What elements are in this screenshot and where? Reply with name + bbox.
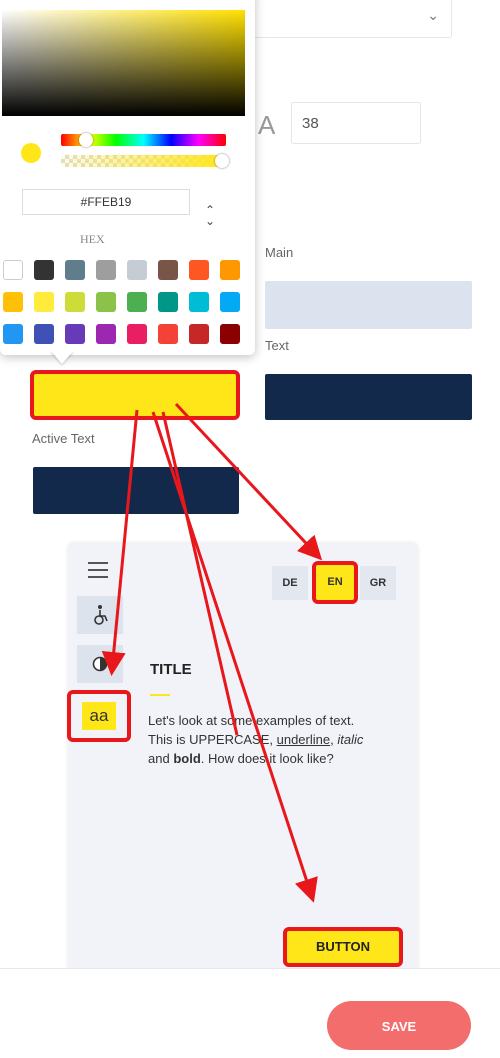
palette-swatch[interactable]	[158, 292, 178, 312]
active-background-color-swatch[interactable]	[30, 370, 240, 420]
palette-swatch[interactable]	[96, 260, 116, 280]
palette-swatch[interactable]	[3, 324, 23, 344]
popover-pointer	[50, 350, 74, 364]
main-color-swatch[interactable]	[265, 281, 472, 329]
hex-format-label: HEX	[80, 232, 105, 246]
palette-swatch[interactable]	[65, 324, 85, 344]
palette-swatch[interactable]	[96, 292, 116, 312]
palette-swatch[interactable]	[158, 324, 178, 344]
contrast-icon	[92, 656, 108, 672]
alpha-slider[interactable]	[61, 155, 226, 167]
palette-swatch[interactable]	[158, 260, 178, 280]
chevron-down-icon: ⌄	[427, 7, 439, 23]
palette-swatch[interactable]	[189, 324, 209, 344]
text-size-button[interactable]: aa	[67, 690, 131, 742]
palette-swatch[interactable]	[220, 260, 240, 280]
palette-swatch[interactable]	[220, 324, 240, 344]
lang-en-button[interactable]: EN	[312, 561, 358, 604]
hex-input[interactable]	[22, 189, 190, 215]
paragraph-and: and	[148, 751, 170, 766]
palette-swatch[interactable]	[3, 292, 23, 312]
hue-slider-handle[interactable]	[79, 133, 93, 147]
bold-text: bold	[173, 751, 201, 766]
palette-swatch[interactable]	[220, 292, 240, 312]
lang-de-button[interactable]: DE	[272, 566, 308, 600]
palette-swatch[interactable]	[189, 260, 209, 280]
palette-swatch[interactable]	[127, 324, 147, 344]
preview-button[interactable]: BUTTON	[283, 927, 403, 967]
text-label: Text	[265, 338, 289, 353]
font-size-icon: A	[258, 110, 276, 140]
underline-text: underline	[276, 732, 331, 747]
alpha-slider-handle[interactable]	[215, 154, 229, 168]
current-color-preview	[21, 143, 41, 163]
font-size-input[interactable]	[291, 102, 421, 144]
text-color-swatch[interactable]	[265, 374, 472, 420]
paragraph-comma: ,	[330, 732, 334, 747]
active-text-label: Active Text	[32, 431, 95, 446]
paragraph-text-end: . How does it look like?	[200, 751, 334, 766]
accessibility-icon	[94, 605, 108, 625]
top-dropdown[interactable]: ⌄	[250, 0, 452, 38]
saturation-area[interactable]	[2, 10, 245, 116]
menu-icon[interactable]	[88, 562, 108, 583]
palette-swatch[interactable]	[189, 292, 209, 312]
palette-swatch[interactable]	[34, 260, 54, 280]
palette-swatch[interactable]	[3, 260, 23, 280]
palette-swatch[interactable]	[65, 292, 85, 312]
palette-swatch[interactable]	[65, 260, 85, 280]
palette-swatch[interactable]	[127, 260, 147, 280]
save-button[interactable]: SAVE	[327, 1001, 471, 1050]
palette-swatch[interactable]	[127, 292, 147, 312]
main-label: Main	[265, 245, 294, 260]
active-text-color-swatch[interactable]	[33, 467, 239, 514]
palette-swatch[interactable]	[34, 324, 54, 344]
format-toggle-icon[interactable]: ⌃ ⌄	[205, 204, 215, 227]
lang-gr-button[interactable]: GR	[360, 566, 396, 600]
palette-swatch[interactable]	[96, 324, 116, 344]
title-underline-accent	[150, 694, 170, 696]
text-size-icon: aa	[81, 702, 117, 730]
accessibility-button[interactable]	[77, 596, 123, 634]
italic-text: italic	[337, 732, 364, 747]
palette-swatch[interactable]	[34, 292, 54, 312]
contrast-button[interactable]	[77, 645, 123, 683]
preview-paragraph: Let's look at some examples of text. Thi…	[148, 711, 378, 768]
preview-title: TITLE	[150, 661, 192, 678]
